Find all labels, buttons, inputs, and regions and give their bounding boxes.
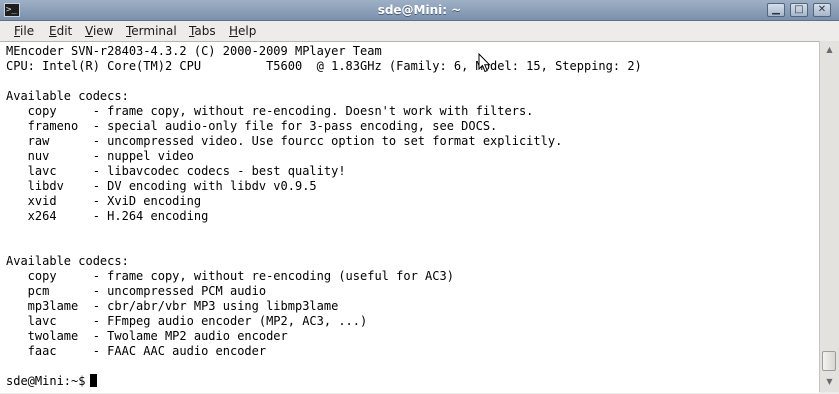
menu-view-label: iew	[92, 24, 114, 38]
terminal-line: MEncoder SVN-r28403-4.3.2 (C) 2000-2009 …	[6, 44, 382, 58]
terminal-line: Available codecs:	[6, 89, 129, 103]
menu-file[interactable]: File	[14, 21, 34, 41]
menu-edit[interactable]: Edit	[49, 21, 72, 41]
terminal-line: nuv - nuppel video	[6, 149, 194, 163]
menu-help-label: elp	[238, 24, 257, 38]
close-button[interactable]: ✕	[813, 3, 831, 17]
mouse-pointer-icon	[478, 53, 491, 73]
scroll-up-arrow-icon[interactable]: ▲	[823, 43, 836, 56]
minimize-button[interactable]: ▁	[767, 3, 785, 17]
vertical-scrollbar[interactable]: ▲ ▼	[819, 41, 839, 392]
terminal-line: lavc - FFmpeg audio encoder (MP2, AC3, .…	[6, 314, 368, 328]
terminal-line: twolame - Twolame MP2 audio encoder	[6, 329, 288, 343]
terminal-line: mp3lame - cbr/abr/vbr MP3 using libmp3la…	[6, 299, 339, 313]
menu-tabs[interactable]: Tabs	[189, 21, 216, 41]
title-bar[interactable]: >_ sde@Mini: ~ ▁ □ ✕	[0, 0, 839, 21]
terminal-line: frameno - special audio-only file for 3-…	[6, 119, 498, 133]
menu-view-mnemonic: V	[85, 24, 93, 38]
menu-view[interactable]: View	[85, 21, 113, 41]
shell-prompt: sde@Mini:~$	[6, 374, 93, 388]
menu-help[interactable]: Help	[229, 21, 256, 41]
terminal-line: CPU: Intel(R) Core(TM)2 CPU T5600 @ 1.83…	[6, 59, 642, 73]
terminal-line: libdv - DV encoding with libdv v0.9.5	[6, 179, 317, 193]
menu-tabs-label: abs	[194, 24, 216, 38]
terminal-line: faac - FAAC AAC audio encoder	[6, 344, 267, 358]
menu-file-label: ile	[20, 24, 35, 38]
menu-help-mnemonic: H	[229, 24, 239, 38]
terminal-line: x264 - H.264 encoding	[6, 209, 209, 223]
maximize-button[interactable]: □	[790, 3, 808, 17]
terminal-line: pcm - uncompressed PCM audio	[6, 284, 267, 298]
terminal-line: copy - frame copy, without re-encoding (…	[6, 269, 454, 283]
scrollbar-thumb[interactable]	[822, 351, 836, 371]
menu-bar: File Edit View Terminal Tabs Help	[0, 21, 839, 42]
scroll-down-arrow-icon[interactable]: ▼	[823, 375, 836, 388]
terminal-line: copy - frame copy, without re-encoding. …	[6, 104, 534, 118]
terminal-output[interactable]: MEncoder SVN-r28403-4.3.2 (C) 2000-2009 …	[0, 41, 819, 393]
menu-terminal[interactable]: Terminal	[126, 21, 177, 41]
terminal-line: raw - uncompressed video. Use fourcc opt…	[6, 134, 563, 148]
window-title: sde@Mini: ~	[377, 3, 462, 17]
menu-edit-label: dit	[56, 24, 73, 38]
terminal-window: >_ sde@Mini: ~ ▁ □ ✕ File Edit View Term…	[0, 0, 839, 394]
terminal-line: xvid - XviD encoding	[6, 194, 202, 208]
menu-edit-mnemonic: E	[49, 24, 57, 38]
text-cursor	[90, 374, 97, 387]
terminal-line: Available codecs:	[6, 254, 129, 268]
menu-terminal-label: erminal	[131, 24, 177, 38]
terminal-line: lavc - libavcodec codecs - best quality!	[6, 164, 346, 178]
